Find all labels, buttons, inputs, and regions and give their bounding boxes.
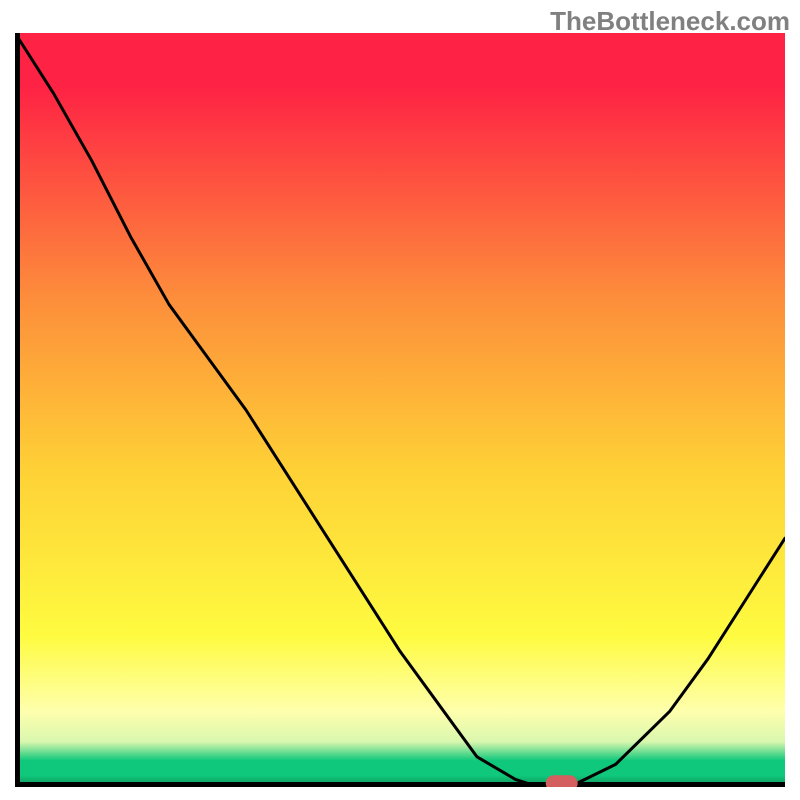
chart-container: TheBottleneck.com bbox=[0, 0, 800, 800]
chart-svg bbox=[15, 33, 785, 787]
plot-area bbox=[15, 33, 785, 787]
